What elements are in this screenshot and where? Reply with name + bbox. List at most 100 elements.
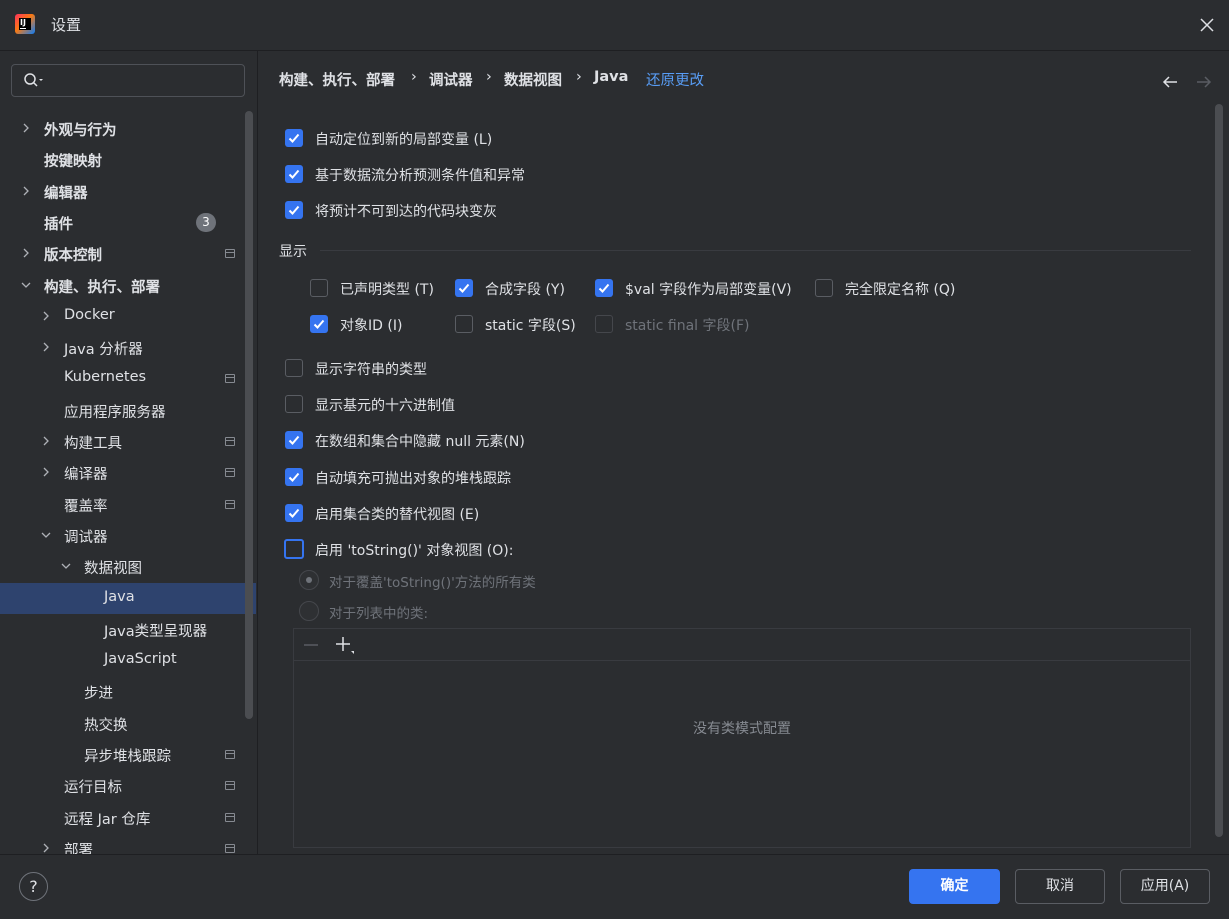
checkbox-checked[interactable]	[285, 431, 303, 449]
radio-label: 对于覆盖'toString()'方法的所有类	[329, 575, 536, 591]
project-icon	[225, 812, 235, 822]
sidebar-item[interactable]: 编译器	[0, 457, 256, 488]
checkbox-checked[interactable]	[595, 279, 613, 297]
sidebar-item[interactable]: 调试器	[0, 520, 256, 551]
chevron-right-icon[interactable]	[20, 185, 32, 197]
breadcrumb-item-data-views[interactable]: 数据视图	[504, 69, 562, 90]
project-icon	[225, 374, 235, 384]
sidebar-item-label: 覆盖率	[64, 498, 108, 515]
sidebar-item-label: 版本控制	[44, 248, 102, 265]
cancel-button[interactable]: 取消	[1015, 869, 1105, 904]
sidebar-item[interactable]: Docker	[0, 301, 256, 332]
sidebar-scrollbar[interactable]	[245, 111, 253, 719]
project-icon	[225, 750, 235, 759]
sidebar-item[interactable]: 构建工具	[0, 426, 256, 457]
checkbox-unchecked[interactable]	[284, 539, 304, 559]
sidebar-item[interactable]: 运行目标	[0, 770, 256, 801]
content-scrollbar[interactable]	[1215, 104, 1223, 837]
checkbox-unchecked[interactable]	[285, 395, 303, 413]
checkbox-unchecked	[595, 315, 613, 333]
chevron-right-icon[interactable]	[40, 341, 52, 353]
sidebar-item[interactable]: 按键映射	[0, 144, 256, 175]
forward-arrow-icon	[1195, 73, 1213, 91]
sidebar-item[interactable]: 插件 3	[0, 207, 256, 238]
chevron-right-icon[interactable]	[40, 435, 52, 447]
project-icon	[225, 249, 235, 259]
breadcrumb-separator: ›	[486, 69, 492, 85]
chevron-down-icon[interactable]	[20, 279, 32, 291]
checkbox-checked[interactable]	[285, 165, 303, 183]
sidebar-item[interactable]: 应用程序服务器	[0, 395, 256, 426]
sidebar-item[interactable]: 编辑器	[0, 176, 256, 207]
ok-button[interactable]: 确定	[909, 869, 1000, 904]
checkbox-checked[interactable]	[285, 504, 303, 522]
sidebar-item[interactable]: 步进	[0, 676, 256, 707]
checkbox-unchecked[interactable]	[310, 279, 328, 297]
sidebar-item-label: 构建、执行、部署	[44, 279, 160, 296]
sidebar-item-label: 插件	[44, 216, 73, 233]
sidebar-item-label: 按键映射	[44, 154, 102, 171]
class-pattern-table: 没有类模式配置	[293, 628, 1191, 848]
checkbox-checked[interactable]	[285, 468, 303, 486]
chevron-right-icon[interactable]	[20, 247, 32, 259]
checkbox-checked[interactable]	[310, 315, 328, 333]
sidebar-item[interactable]: 覆盖率	[0, 489, 256, 520]
add-icon[interactable]	[334, 635, 356, 657]
sidebar-item-label: 热交换	[84, 717, 128, 734]
sidebar-item[interactable]: 热交换	[0, 708, 256, 739]
close-icon[interactable]	[1196, 14, 1218, 36]
back-arrow-icon[interactable]	[1161, 73, 1179, 91]
project-icon	[225, 468, 235, 478]
checkbox-unchecked[interactable]	[455, 315, 473, 333]
sidebar-item[interactable]: 异步堆栈跟踪	[0, 739, 256, 770]
sidebar-item-label: 部署	[64, 842, 93, 854]
checkbox-label: $val 字段作为局部变量(V)	[625, 282, 792, 298]
help-icon[interactable]: ?	[19, 872, 48, 901]
sidebar-item[interactable]: Java 分析器	[0, 332, 256, 363]
breadcrumb-item-debugger[interactable]: 调试器	[429, 69, 473, 90]
sidebar-item[interactable]: 版本控制	[0, 238, 256, 269]
checkbox-checked[interactable]	[455, 279, 473, 297]
breadcrumb-separator: ›	[576, 69, 582, 85]
sidebar-item[interactable]: JavaScript	[0, 645, 256, 676]
sidebar-item-label: 编辑器	[44, 185, 88, 202]
breadcrumb-item-java: Java	[594, 69, 629, 85]
checkbox-unchecked[interactable]	[285, 359, 303, 377]
sidebar-item[interactable]: Java	[0, 582, 256, 614]
sidebar-item[interactable]: 构建、执行、部署	[0, 270, 256, 301]
remove-icon	[302, 636, 320, 654]
checkbox-unchecked[interactable]	[815, 279, 833, 297]
checkbox-label: 显示基元的十六进制值	[315, 398, 455, 414]
sidebar-item-label: 数据视图	[84, 561, 142, 578]
search-icon[interactable]	[23, 72, 45, 94]
sidebar-item[interactable]: 部署	[0, 833, 256, 854]
search-field[interactable]	[11, 64, 245, 97]
checkbox-checked[interactable]	[285, 129, 303, 147]
sidebar-item-label: Java 分析器	[64, 342, 143, 359]
sidebar-item-label: 调试器	[64, 529, 108, 546]
apply-button[interactable]: 应用(A)	[1120, 869, 1210, 904]
chevron-down-icon[interactable]	[40, 529, 52, 541]
sidebar-item-label: 远程 Jar 仓库	[64, 811, 151, 828]
checkbox-label: 在数组和集合中隐藏 null 元素(N)	[315, 434, 525, 450]
sidebar-item[interactable]: Java类型呈现器	[0, 614, 256, 645]
chevron-right-icon[interactable]	[40, 842, 52, 854]
chevron-right-icon[interactable]	[40, 466, 52, 478]
sidebar-item[interactable]: 远程 Jar 仓库	[0, 802, 256, 833]
revert-changes-link[interactable]: 还原更改	[646, 69, 704, 90]
checkbox-checked[interactable]	[285, 201, 303, 219]
sidebar-item[interactable]: Kubernetes	[0, 363, 256, 394]
sidebar-item-label: 外观与行为	[44, 123, 117, 139]
search-input[interactable]	[56, 70, 240, 92]
chevron-down-icon[interactable]	[60, 560, 72, 572]
table-toolbar	[294, 629, 1190, 661]
chevron-right-icon[interactable]	[40, 310, 52, 322]
sidebar-item[interactable]: 数据视图	[0, 551, 256, 582]
breadcrumb-separator: ›	[411, 69, 417, 85]
checkbox-label: static 字段(S)	[485, 318, 576, 334]
sidebar-item[interactable]: 外观与行为	[0, 113, 256, 144]
chevron-right-icon[interactable]	[20, 122, 32, 134]
sidebar-item-label: 应用程序服务器	[64, 404, 166, 421]
breadcrumb-item-build[interactable]: 构建、执行、部署	[279, 69, 395, 90]
sidebar-item-label: Java	[104, 588, 135, 605]
